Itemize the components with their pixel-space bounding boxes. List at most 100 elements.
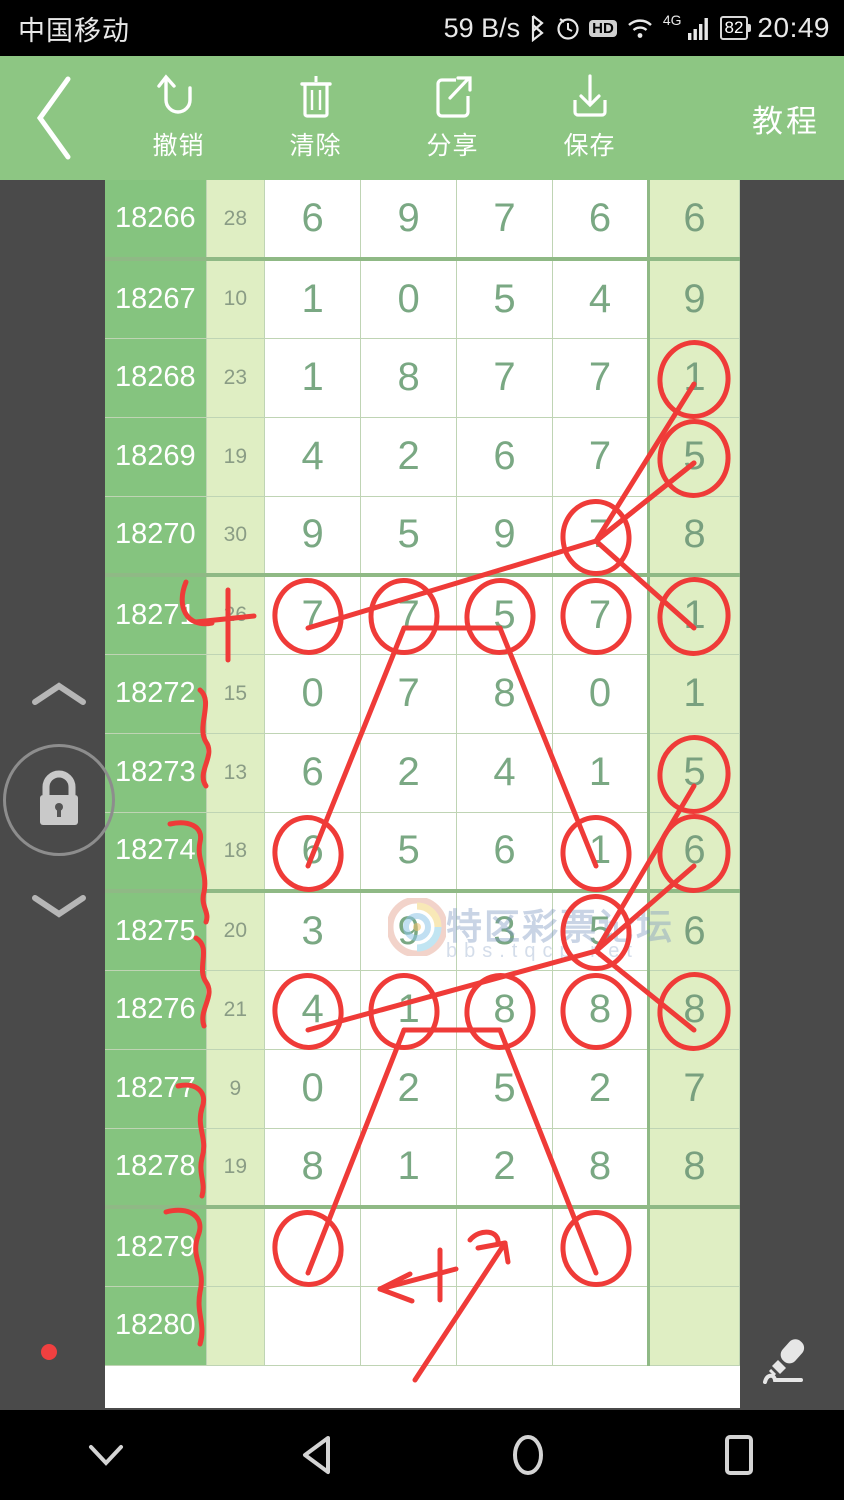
pen-color-indicator[interactable] bbox=[41, 1344, 57, 1360]
nav-home-button[interactable] bbox=[422, 1431, 633, 1479]
digit-cell[interactable]: 4 bbox=[552, 259, 650, 339]
nav-back-button[interactable] bbox=[211, 1434, 422, 1476]
special-digit-cell[interactable]: 1 bbox=[648, 338, 740, 418]
digit-cell[interactable]: 8 bbox=[552, 1128, 650, 1209]
table-row[interactable]: 18275 20 3 9 3 5 6 bbox=[105, 891, 740, 971]
digit-cell[interactable]: 7 bbox=[552, 417, 650, 497]
table-row[interactable]: 18273 13 6 2 4 1 5 bbox=[105, 733, 740, 813]
digit-cell[interactable]: 6 bbox=[456, 812, 554, 893]
digit-cell[interactable]: 2 bbox=[456, 1128, 554, 1209]
special-digit-cell[interactable] bbox=[648, 1207, 740, 1287]
digit-cell[interactable]: 8 bbox=[456, 654, 554, 734]
digit-cell[interactable]: 4 bbox=[456, 733, 554, 813]
digit-cell[interactable]: 8 bbox=[360, 338, 458, 418]
digit-cell[interactable]: 7 bbox=[360, 654, 458, 734]
special-digit-cell[interactable]: 6 bbox=[648, 891, 740, 971]
lock-button[interactable] bbox=[3, 744, 115, 856]
table-row[interactable]: 18270 30 9 5 9 7 8 bbox=[105, 496, 740, 577]
digit-cell[interactable]: 0 bbox=[264, 654, 362, 734]
digit-cell[interactable]: 2 bbox=[360, 733, 458, 813]
tutorial-button[interactable]: 教程 bbox=[752, 96, 820, 141]
table-row[interactable]: 18280 bbox=[105, 1286, 740, 1366]
digit-cell[interactable]: 7 bbox=[552, 575, 650, 655]
digit-cell[interactable] bbox=[360, 1207, 458, 1287]
digit-cell[interactable] bbox=[360, 1286, 458, 1366]
digit-cell[interactable] bbox=[264, 1207, 362, 1287]
digit-cell[interactable]: 5 bbox=[360, 812, 458, 893]
table-row[interactable]: 18269 19 4 2 6 7 5 bbox=[105, 417, 740, 497]
digit-cell[interactable] bbox=[552, 1207, 650, 1287]
special-digit-cell[interactable]: 8 bbox=[648, 1128, 740, 1209]
digit-cell[interactable]: 1 bbox=[552, 812, 650, 893]
scroll-down-button[interactable] bbox=[30, 890, 88, 920]
digit-cell[interactable]: 5 bbox=[456, 575, 554, 655]
digit-cell[interactable]: 3 bbox=[456, 891, 554, 971]
digit-cell[interactable] bbox=[456, 1286, 554, 1366]
digit-cell[interactable]: 7 bbox=[552, 338, 650, 418]
digit-cell[interactable]: 7 bbox=[552, 496, 650, 577]
digit-cell[interactable]: 2 bbox=[360, 1049, 458, 1129]
table-row[interactable]: 18266 28 6 9 7 6 6 bbox=[105, 180, 740, 261]
table-row[interactable]: 18279 bbox=[105, 1207, 740, 1287]
digit-cell[interactable]: 4 bbox=[264, 417, 362, 497]
special-digit-cell[interactable]: 5 bbox=[648, 417, 740, 497]
digit-cell[interactable]: 1 bbox=[360, 1128, 458, 1209]
digit-cell[interactable]: 4 bbox=[264, 970, 362, 1050]
digit-cell[interactable]: 0 bbox=[264, 1049, 362, 1129]
digit-cell[interactable]: 0 bbox=[360, 259, 458, 339]
table-row[interactable]: 18277 9 0 2 5 2 7 bbox=[105, 1049, 740, 1129]
digit-cell[interactable]: 1 bbox=[360, 970, 458, 1050]
table-row[interactable]: 18274 18 6 5 6 1 6 bbox=[105, 812, 740, 893]
digit-cell[interactable] bbox=[552, 1286, 650, 1366]
scroll-up-button[interactable] bbox=[30, 680, 88, 710]
digit-cell[interactable]: 1 bbox=[264, 338, 362, 418]
digit-cell[interactable]: 7 bbox=[456, 338, 554, 418]
digit-cell[interactable]: 6 bbox=[264, 180, 362, 261]
table-row[interactable]: 18268 23 1 8 7 7 1 bbox=[105, 338, 740, 418]
digit-cell[interactable]: 7 bbox=[456, 180, 554, 261]
undo-button[interactable]: 撤销 bbox=[110, 56, 247, 180]
digit-cell[interactable]: 8 bbox=[264, 1128, 362, 1209]
digit-cell[interactable]: 8 bbox=[552, 970, 650, 1050]
digit-cell[interactable]: 0 bbox=[552, 654, 650, 734]
special-digit-cell[interactable] bbox=[648, 1286, 740, 1366]
digit-cell[interactable]: 5 bbox=[552, 891, 650, 971]
special-digit-cell[interactable]: 1 bbox=[648, 575, 740, 655]
save-button[interactable]: 保存 bbox=[521, 56, 658, 180]
table-row[interactable]: 18267 10 1 0 5 4 9 bbox=[105, 259, 740, 339]
special-digit-cell[interactable]: 7 bbox=[648, 1049, 740, 1129]
special-digit-cell[interactable]: 5 bbox=[648, 733, 740, 813]
digit-cell[interactable]: 3 bbox=[264, 891, 362, 971]
table-row[interactable]: 18278 19 8 1 2 8 8 bbox=[105, 1128, 740, 1209]
digit-cell[interactable]: 9 bbox=[360, 891, 458, 971]
special-digit-cell[interactable]: 6 bbox=[648, 180, 740, 261]
pen-tool-button[interactable] bbox=[754, 1330, 814, 1390]
digit-cell[interactable]: 7 bbox=[360, 575, 458, 655]
digit-cell[interactable]: 2 bbox=[552, 1049, 650, 1129]
table-row[interactable]: 18276 21 4 1 8 8 8 bbox=[105, 970, 740, 1050]
digit-cell[interactable] bbox=[264, 1286, 362, 1366]
digit-cell[interactable] bbox=[456, 1207, 554, 1287]
digit-cell[interactable]: 5 bbox=[456, 1049, 554, 1129]
digit-cell[interactable]: 2 bbox=[360, 417, 458, 497]
digit-cell[interactable]: 5 bbox=[456, 259, 554, 339]
lottery-number-grid[interactable]: 18266 28 6 9 7 6 6 18267 10 1 0 5 4 9 18268 23 1 8 7 7 1 1826… bbox=[105, 180, 740, 1408]
digit-cell[interactable]: 6 bbox=[552, 180, 650, 261]
clear-button[interactable]: 清除 bbox=[247, 56, 384, 180]
hide-keyboard-button[interactable] bbox=[0, 1441, 211, 1469]
digit-cell[interactable]: 8 bbox=[456, 970, 554, 1050]
digit-cell[interactable]: 7 bbox=[264, 575, 362, 655]
digit-cell[interactable]: 5 bbox=[360, 496, 458, 577]
special-digit-cell[interactable]: 8 bbox=[648, 970, 740, 1050]
digit-cell[interactable]: 1 bbox=[264, 259, 362, 339]
digit-cell[interactable]: 9 bbox=[456, 496, 554, 577]
nav-recents-button[interactable] bbox=[633, 1434, 844, 1476]
digit-cell[interactable]: 6 bbox=[264, 812, 362, 893]
special-digit-cell[interactable]: 6 bbox=[648, 812, 740, 893]
table-row[interactable]: 18272 15 0 7 8 0 1 bbox=[105, 654, 740, 734]
digit-cell[interactable]: 9 bbox=[264, 496, 362, 577]
back-button[interactable] bbox=[0, 56, 110, 180]
table-row[interactable]: 18271 26 7 7 5 7 1 bbox=[105, 575, 740, 655]
digit-cell[interactable]: 6 bbox=[264, 733, 362, 813]
special-digit-cell[interactable]: 1 bbox=[648, 654, 740, 734]
